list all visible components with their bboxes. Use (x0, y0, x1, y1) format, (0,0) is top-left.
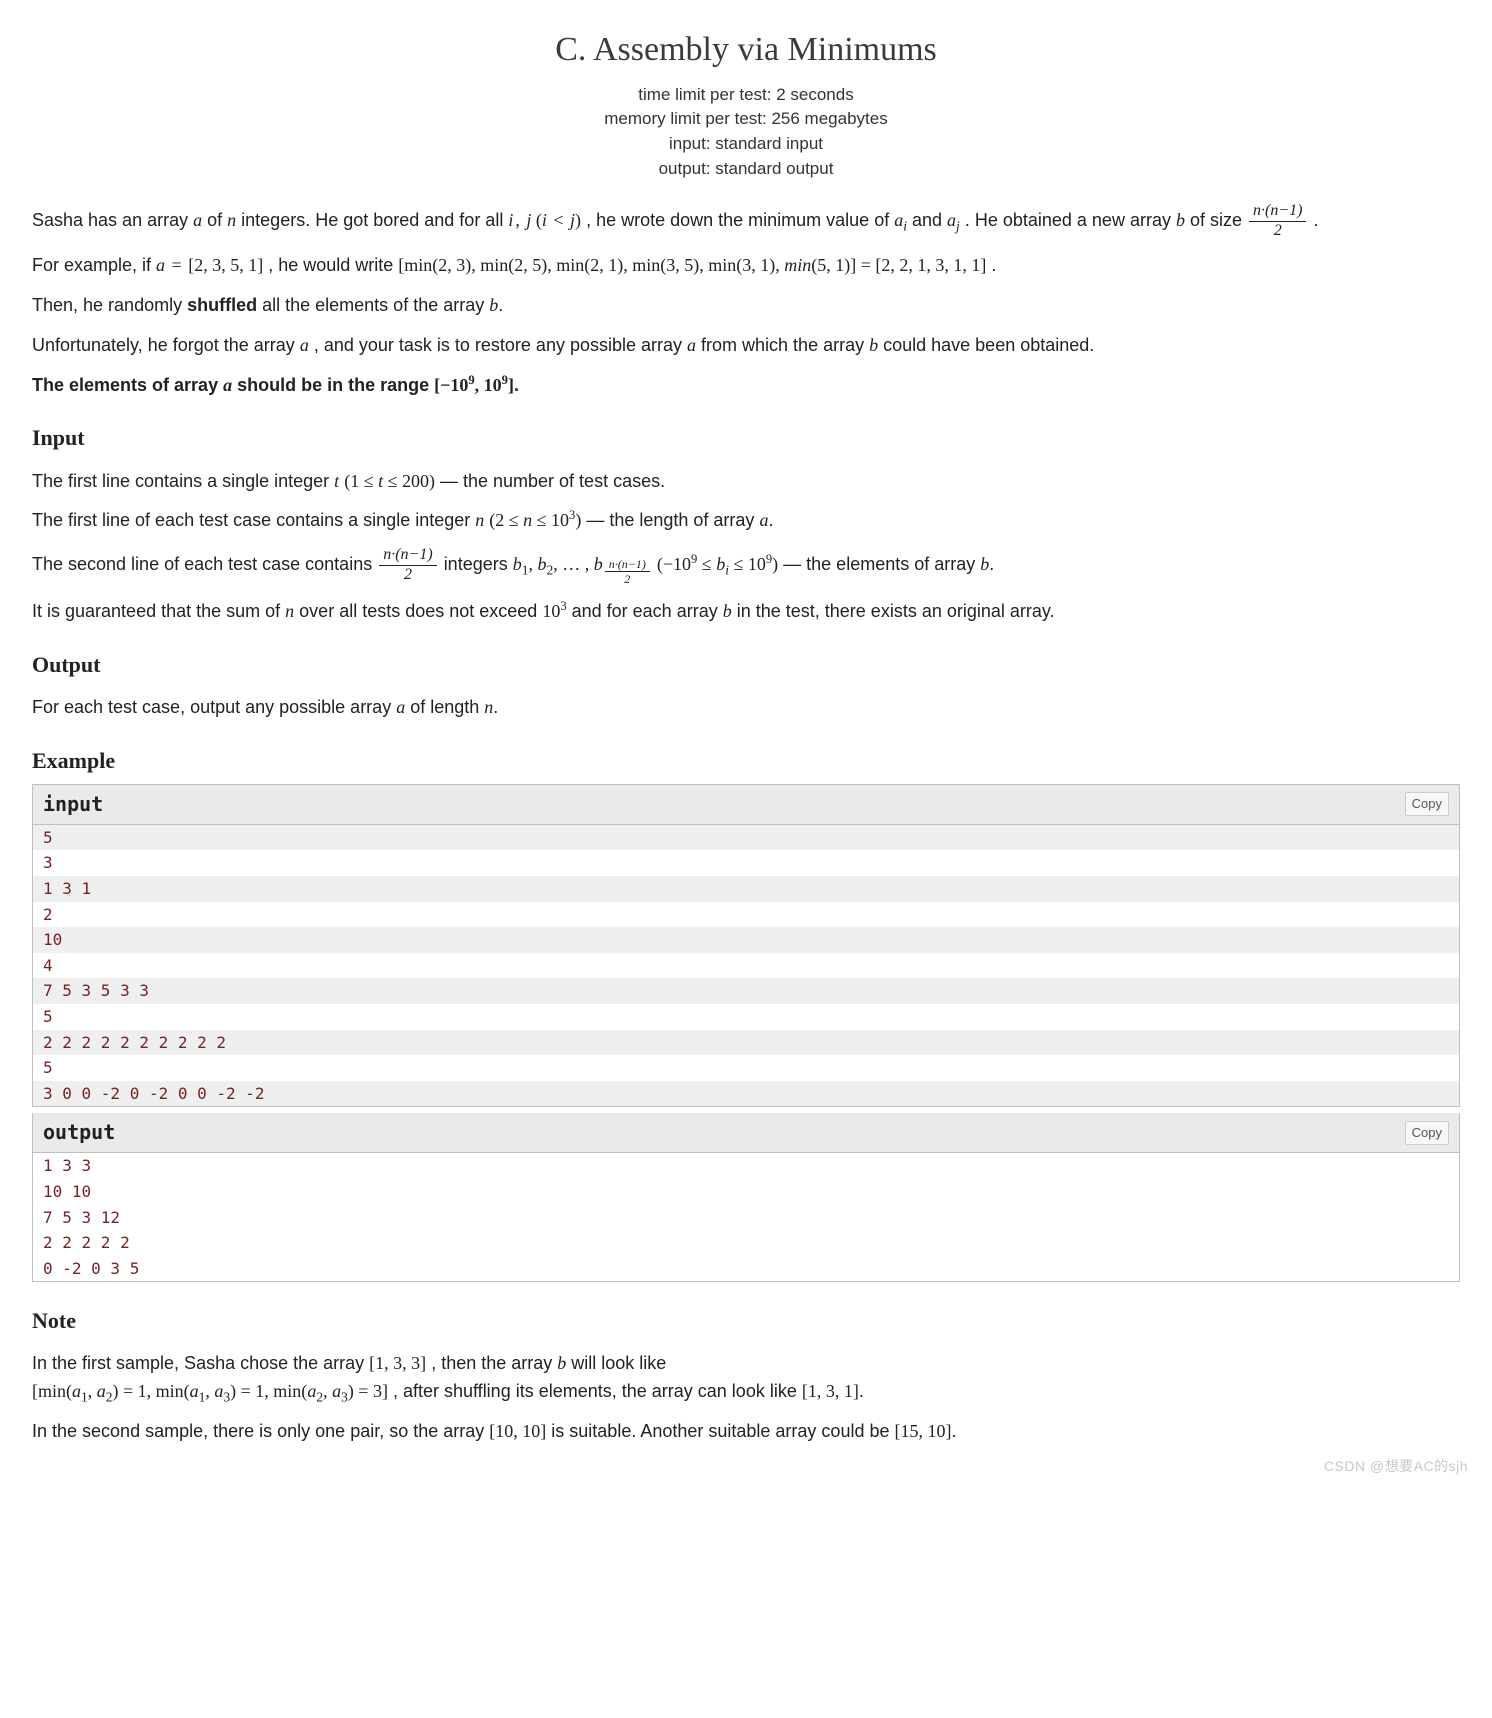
statement-p1: Sasha has an array a of n integers. He g… (32, 203, 1460, 240)
note-p1: In the first sample, Sasha chose the arr… (32, 1350, 1460, 1406)
text: over all tests does not exceed (299, 601, 542, 621)
statement-p4: Unfortunately, he forgot the array a , a… (32, 332, 1460, 360)
text: of (207, 210, 227, 230)
text: of size (1190, 210, 1247, 230)
limits-block: time limit per test: 2 seconds memory li… (32, 83, 1460, 182)
text: — the elements of array (783, 554, 980, 574)
text: For each test case, output any possible … (32, 697, 396, 717)
text: . (1313, 210, 1318, 230)
text: — the length of array (586, 510, 759, 530)
example-input-label: input (43, 789, 103, 820)
text: . (989, 554, 994, 574)
example-input-line: 10 (33, 927, 1459, 953)
text: . He obtained a new array (965, 210, 1176, 230)
input-p3: The second line of each test case contai… (32, 547, 1460, 586)
example-output-body: 1 3 310 107 5 3 122 2 2 2 20 -2 0 3 5 (33, 1153, 1459, 1281)
text: The first line contains a single integer (32, 471, 334, 491)
text: from which the array (701, 335, 869, 355)
example-input-line: 2 (33, 902, 1459, 928)
text: In the second sample, there is only one … (32, 1421, 489, 1441)
text: . (493, 697, 498, 717)
text: and (912, 210, 947, 230)
text: , and your task is to restore any possib… (314, 335, 687, 355)
watermark: CSDN @想要AC的sjh (1324, 1456, 1468, 1478)
text: integers (444, 554, 513, 574)
input-p1: The first line contains a single integer… (32, 468, 1460, 496)
copy-output-button[interactable]: Copy (1405, 1121, 1449, 1145)
text: , then the array (431, 1353, 557, 1373)
example-input-line: 5 (33, 825, 1459, 851)
text: In the first sample, Sasha chose the arr… (32, 1353, 369, 1373)
section-input: Input (32, 421, 1460, 455)
input-file: input: standard input (32, 132, 1460, 157)
time-limit: time limit per test: 2 seconds (32, 83, 1460, 108)
example-input-body: 531 3 121047 5 3 5 3 352 2 2 2 2 2 2 2 2… (33, 825, 1459, 1107)
example-output-line: 1 3 3 (33, 1153, 1459, 1179)
input-p4: It is guaranteed that the sum of n over … (32, 598, 1460, 626)
text: and for each array (572, 601, 723, 621)
text: . (498, 295, 503, 315)
text: The second line of each test case contai… (32, 554, 377, 574)
text: is suitable. Another suitable array coul… (551, 1421, 894, 1441)
text: , he wrote down the minimum value of (586, 210, 894, 230)
text: , after shuffling its elements, the arra… (393, 1381, 802, 1401)
copy-input-button[interactable]: Copy (1405, 792, 1449, 816)
text: . (952, 1421, 957, 1441)
bold-shuffled: shuffled (187, 295, 257, 315)
example-input-line: 3 0 0 -2 0 -2 0 0 -2 -2 (33, 1081, 1459, 1107)
text: will look like (571, 1353, 666, 1373)
text: The first line of each test case contain… (32, 510, 475, 530)
example-input-line: 3 (33, 850, 1459, 876)
example-input-block: input Copy 531 3 121047 5 3 5 3 352 2 2 … (32, 784, 1460, 1108)
example-input-line: 1 3 1 (33, 876, 1459, 902)
text: . (859, 1381, 864, 1401)
statement-p5: The elements of array a should be in the… (32, 372, 1460, 400)
example-input-line: 7 5 3 5 3 3 (33, 978, 1459, 1004)
text: Unfortunately, he forgot the array (32, 335, 300, 355)
text: , he would write (268, 255, 398, 275)
text: all the elements of the array (262, 295, 489, 315)
text: Sasha has an array (32, 210, 193, 230)
text: . (991, 255, 996, 275)
section-note: Note (32, 1304, 1460, 1338)
text: integers. He got bored and for all (241, 210, 508, 230)
text: — the number of test cases. (440, 471, 665, 491)
output-p1: For each test case, output any possible … (32, 694, 1460, 722)
text: For example, if (32, 255, 156, 275)
example-output-line: 7 5 3 12 (33, 1205, 1459, 1231)
output-file: output: standard output (32, 157, 1460, 182)
text: Then, he randomly (32, 295, 187, 315)
example-output-line: 0 -2 0 3 5 (33, 1256, 1459, 1282)
example-input-line: 2 2 2 2 2 2 2 2 2 2 (33, 1030, 1459, 1056)
example-output-block: output Copy 1 3 310 107 5 3 122 2 2 2 20… (32, 1113, 1460, 1282)
memory-limit: memory limit per test: 256 megabytes (32, 107, 1460, 132)
text: of length (410, 697, 484, 717)
text: could have been obtained. (883, 335, 1094, 355)
note-p2: In the second sample, there is only one … (32, 1418, 1460, 1446)
example-output-line: 10 10 (33, 1179, 1459, 1205)
example-input-line: 5 (33, 1055, 1459, 1081)
example-input-line: 5 (33, 1004, 1459, 1030)
input-p2: The first line of each test case contain… (32, 507, 1460, 535)
section-example: Example (32, 744, 1460, 778)
section-output: Output (32, 648, 1460, 682)
statement-p2: For example, if a = [2, 3, 5, 1] , he wo… (32, 252, 1460, 280)
text: should be in the range (237, 375, 434, 395)
example-output-line: 2 2 2 2 2 (33, 1230, 1459, 1256)
statement-p3: Then, he randomly shuffled all the eleme… (32, 292, 1460, 320)
text: The elements of array (32, 375, 223, 395)
text: . (514, 375, 519, 395)
problem-title: C. Assembly via Minimums (32, 24, 1460, 77)
example-input-line: 4 (33, 953, 1459, 979)
text: in the test, there exists an original ar… (737, 601, 1055, 621)
example-output-label: output (43, 1117, 115, 1148)
text: It is guaranteed that the sum of (32, 601, 285, 621)
text: . (768, 510, 773, 530)
